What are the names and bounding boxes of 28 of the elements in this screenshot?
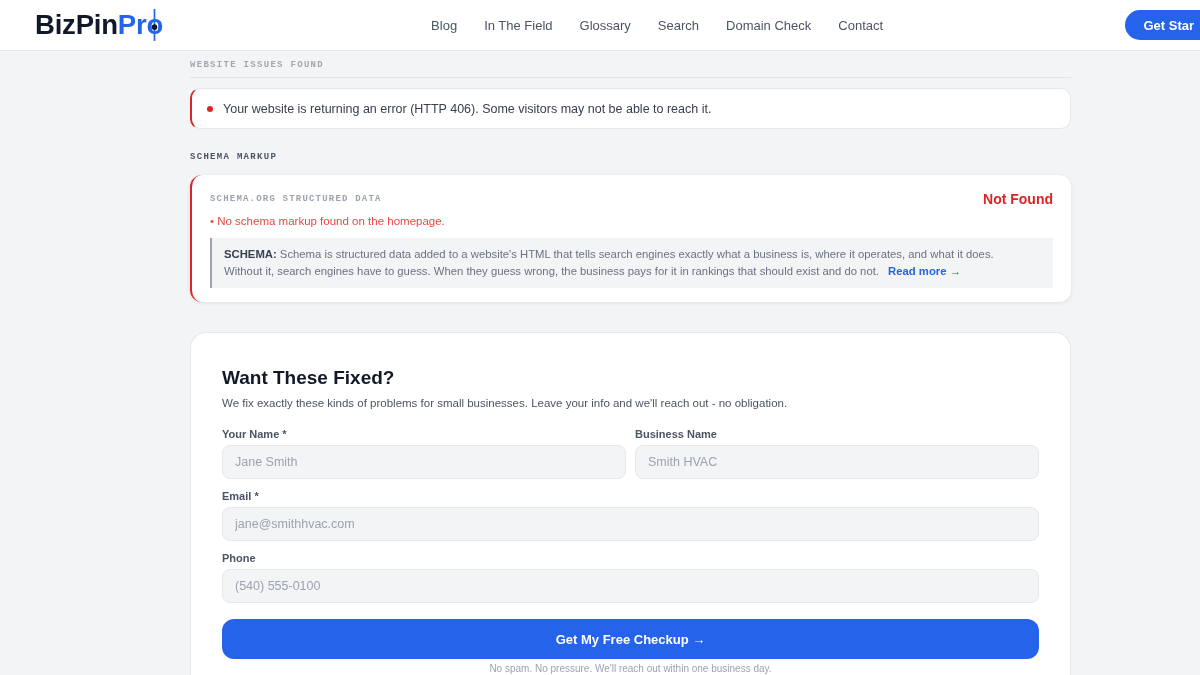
nav-link[interactable]: Domain Check — [726, 17, 812, 33]
error-dot-icon — [207, 105, 213, 112]
nav-link[interactable]: Contact — [838, 17, 884, 33]
definition-box: SCHEMA: Schema is structured data added to a website's HTML that tells search engines exactly what a business is, where it operates, and what it does. Without it, search engines have to guess. When they guess wrong, the business pays for it in rankings that should exist and do not. Read more → — [210, 238, 1053, 288]
input-field[interactable]: (540) 555-0100 — [222, 569, 1039, 603]
nav-link[interactable]: Blog — [431, 17, 458, 33]
input-field[interactable]: Jane Smith — [222, 445, 626, 479]
get-started-button[interactable]: Get Star — [1125, 10, 1200, 40]
field-label: Your Name * — [222, 428, 288, 441]
check-title: SCHEMA.ORG STRUCTURED DATA — [210, 193, 382, 206]
field-label: Phone — [222, 552, 257, 565]
form-subtitle: We fix exactly these kinds of problems for small businesses. Leave your info and we'll reach out - no obligation. — [222, 396, 789, 410]
section-heading: WEBSITE ISSUES FOUND — [190, 59, 326, 72]
nav-link[interactable]: In The Field — [484, 17, 553, 33]
finding-text: • No schema markup found on the homepage. — [210, 214, 446, 228]
input-field[interactable]: jane@smithhvac.com — [222, 507, 1039, 541]
issue-text: Your website is returning an error (HTTP 406). Some visitors may not be able to reach it. — [223, 101, 712, 116]
section-heading: SCHEMA MARKUP — [190, 151, 279, 163]
form-title: Want These Fixed? — [222, 367, 396, 389]
field-label: Email * — [222, 490, 260, 503]
field-label: Business Name — [635, 428, 718, 441]
read-more-link[interactable]: Read more → — [888, 265, 961, 277]
nav-link[interactable]: Search — [657, 17, 700, 33]
check-status: Not Found — [983, 190, 1053, 208]
form-note: No spam. No pressure. We'll reach out within one business day. — [488, 663, 773, 675]
nav-link[interactable]: Glossary — [579, 17, 631, 33]
submit-button[interactable]: Get My Free Checkup → — [222, 619, 1039, 659]
input-field[interactable]: Smith HVAC — [635, 445, 1039, 479]
